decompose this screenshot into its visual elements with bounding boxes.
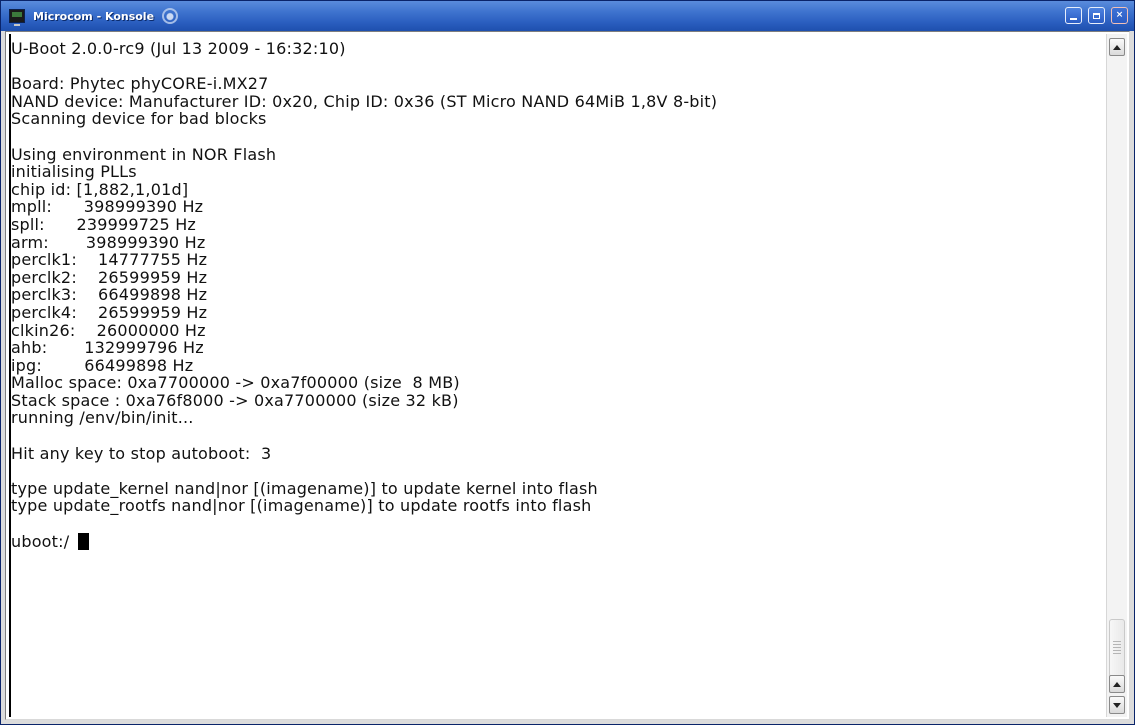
terminal-line: U-Boot 2.0.0-rc9 (Jul 13 2009 - 16:32:10… [11, 39, 346, 58]
scroll-up-button[interactable] [1109, 38, 1125, 56]
terminal-line: perclk2: 26599959 Hz [11, 267, 208, 287]
minimize-button[interactable] [1065, 7, 1082, 24]
window-controls: × [1065, 7, 1128, 24]
arrow-down-icon [1113, 702, 1121, 708]
terminal-prompt-line[interactable]: uboot:/ [11, 531, 1102, 551]
terminal-line: arm: 398999390 Hz [11, 232, 206, 252]
konsole-window: Microcom - Konsole × U-Boot 2.0.0-rc9 (J… [0, 0, 1135, 725]
terminal-line: ipg: 66499898 Hz [11, 355, 194, 375]
terminal-lines: U-Boot 2.0.0-rc9 (Jul 13 2009 - 16:32:10… [11, 40, 1102, 533]
terminal-line: type update_kernel nand|nor [(imagename)… [11, 478, 598, 498]
text-cursor [77, 532, 89, 550]
terminal-line: chip id: [1,882,1,01d] [11, 179, 189, 199]
terminal-line: perclk3: 66499898 Hz [11, 285, 208, 305]
terminal-line: type update_rootfs nand|nor [(imagename)… [11, 496, 592, 516]
title-bar[interactable]: Microcom - Konsole × [1, 1, 1134, 31]
terminal-line: Board: Phytec phyCORE-i.MX27 [11, 74, 269, 94]
terminal-line: Stack space : 0xa76f8000 -> 0xa7700000 (… [11, 390, 459, 410]
terminal-line: NAND device: Manufacturer ID: 0x20, Chip… [11, 91, 718, 111]
terminal-line: perclk4: 26599959 Hz [11, 302, 208, 322]
terminal-line: ahb: 132999796 Hz [11, 338, 204, 358]
terminal-app-icon[interactable] [9, 9, 25, 26]
scroll-up-button-lower[interactable] [1109, 675, 1125, 693]
window-title: Microcom - Konsole [33, 9, 155, 23]
terminal-line: Using environment in NOR Flash [11, 144, 277, 164]
terminal-line: initialising PLLs [11, 162, 137, 182]
terminal-line: mpll: 398999390 Hz [11, 197, 204, 217]
terminal-line: Hit any key to stop autoboot: 3 [11, 443, 272, 463]
maximize-button[interactable] [1088, 7, 1105, 24]
terminal-client-area: U-Boot 2.0.0-rc9 (Jul 13 2009 - 16:32:10… [5, 31, 1130, 720]
terminal-line: running /env/bin/init... [11, 408, 194, 428]
vertical-scrollbar[interactable] [1106, 34, 1127, 717]
close-button[interactable]: × [1111, 7, 1128, 24]
scroll-down-button[interactable] [1109, 696, 1125, 714]
terminal-line: perclk1: 14777755 Hz [11, 250, 208, 270]
terminal-line: Malloc space: 0xa7700000 -> 0xa7f00000 (… [11, 373, 460, 393]
shell-prompt: uboot:/ [11, 531, 75, 551]
arrow-up-icon [1113, 44, 1121, 50]
minimize-icon [1070, 17, 1077, 20]
close-icon: × [1115, 10, 1124, 20]
arrow-up-icon [1113, 681, 1121, 687]
terminal-line: clkin26: 26000000 Hz [11, 320, 206, 340]
terminal-line: spll: 239999725 Hz [11, 214, 197, 234]
activity-spinner-icon [162, 8, 179, 24]
terminal-output[interactable]: U-Boot 2.0.0-rc9 (Jul 13 2009 - 16:32:10… [9, 34, 1102, 717]
grip-icon [1113, 641, 1121, 655]
scrollbar-thumb[interactable] [1109, 619, 1125, 677]
terminal-line: Scanning device for bad blocks [11, 109, 267, 129]
maximize-icon [1093, 12, 1100, 19]
